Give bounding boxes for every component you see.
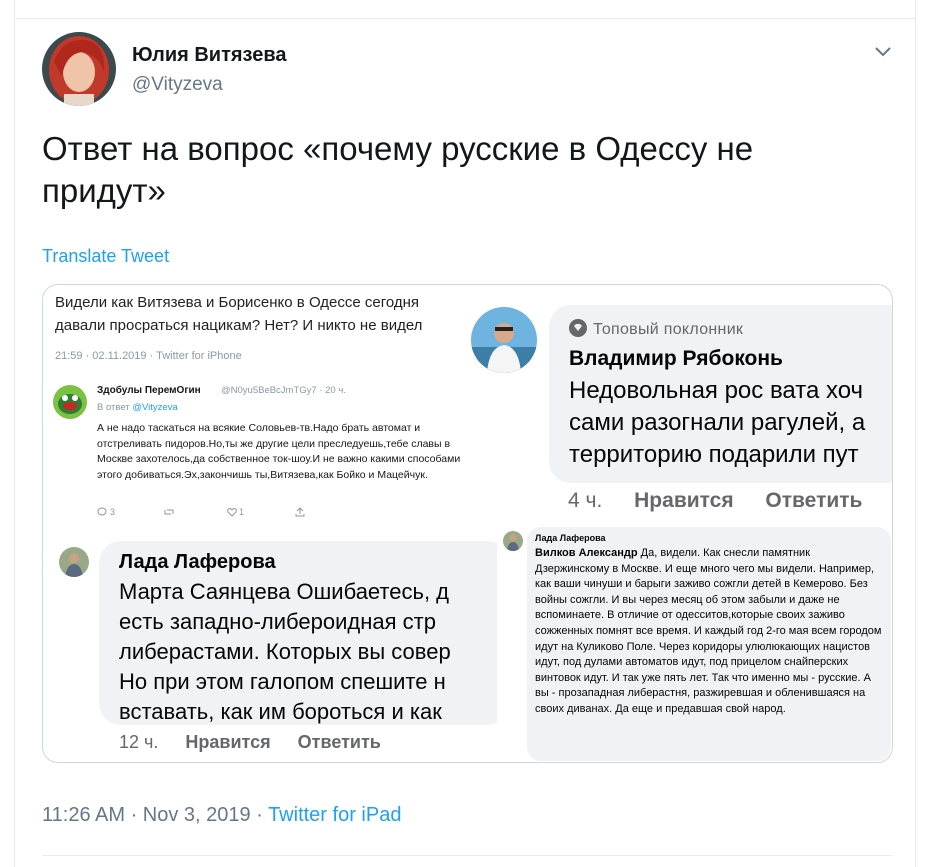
tweet-source-link[interactable]: Twitter for iPad [268,804,401,826]
tweet-time[interactable]: 11:26 AM · Nov 3, 2019 · [42,804,268,826]
comment-line: Недовольная рос вата хоч [569,377,864,404]
quoted-tweet-text: Видели как Витязева и Борисенко в Одессе… [55,294,423,334]
comment-body: Да, видели. Как снесли памятник Дзержинс… [535,547,882,715]
author-handle[interactable]: @Vityzeva [132,74,223,96]
comment-screenshot-right: Лада Лаферова Вилков Александр Да, видел… [497,525,892,762]
comment-text-top: Недовольная рос вата хоч сами разогнали … [569,375,892,471]
comment-bubble-right: Лада Лаферова Вилков Александр Да, видел… [527,527,891,761]
comment-line: есть западно-либероидная стр [119,609,436,634]
like-icon [227,507,237,519]
reply-author-handle: @N0yu5BeBcJmTGy7 · 20 ч. [221,385,346,396]
reply-icon [97,507,107,519]
reply-actions: 3 1 [97,507,337,521]
diamond-icon [569,319,587,337]
comment-time: 4 ч. [568,489,603,512]
frame-border-left [14,0,15,867]
comment-line: вставать, как им бороться и как [119,699,442,724]
comment-actions-top: 4 ч. Нравится Ответить [568,489,888,513]
comment-text-right: Вилков Александр Да, видели. Как снесли … [535,546,887,718]
commenter-name-lada: Лада Лаферова [119,551,276,573]
translate-tweet-link[interactable]: Translate Tweet [42,246,169,267]
like-count: 1 [239,507,245,517]
tweet-media-image[interactable]: Видели как Витязева и Борисенко в Одессе… [42,284,893,763]
reply-author-name: Здобулы ПеремОгин [97,385,201,396]
quoted-tweet-meta: 21:59 · 02.11.2019 · Twitter for iPhone [55,350,242,362]
commenter-name-vladimir: Владимир Рябоконь [569,347,783,370]
commenter-avatar-lada [59,547,89,577]
top-fan-label: Топовый поклонник [593,321,744,338]
comment-text-left: Марта Саянцева Ошибаетесь, д есть западн… [119,577,509,725]
comment-bubble-top: Топовый поклонник Владимир Рябоконь Недо… [549,305,892,483]
quoted-tweet-screenshot: Видели как Витязева и Борисенко в Одессе… [43,285,473,530]
author-name[interactable]: Юлия Витязева [132,44,287,67]
commenter-avatar-lada-small [503,531,523,551]
comment-line: территорию подарили пут [569,441,859,468]
tweet-text: Ответ на вопрос «почему русские в Одессу… [42,130,754,209]
author-avatar[interactable] [42,32,116,106]
commenter-avatar-vladimir [471,307,537,373]
comment-bubble-left: Лада Лаферова Марта Саянцева Ошибаетесь,… [99,541,509,725]
reply-to-handle: @Vityzeva [132,402,178,413]
reply-link: Ответить [765,489,863,512]
comment-actions-left: 12 ч. Нравится Ответить [119,732,403,753]
mention-name: Вилков Александр [535,547,638,559]
reply-to-prefix: В ответ [97,402,133,413]
frame-border-top [14,18,916,19]
retweet-icon [163,507,175,519]
reply-link: Ответить [297,732,381,752]
comment-line: либерастами. Которых вы совер [119,639,451,664]
like-link: Нравится [185,732,271,752]
reply-body: А не надо таскаться на всякие Соловьев-т… [97,422,461,481]
comment-time: 12 ч. [119,732,159,752]
reply-count: 3 [110,507,116,517]
reply-avatar [53,385,87,419]
frame-border-right [915,0,916,867]
comment-line: Но при этом галопом спешите н [119,669,446,694]
comment-line: Марта Саянцева Ошибаетесь, д [119,579,450,604]
comment-line: сами разогнали рагулей, а [569,409,866,436]
commenter-name-lada-small: Лада Лаферова [535,533,606,543]
like-link: Нравится [634,489,734,512]
chevron-down-icon[interactable] [872,42,894,62]
share-icon [295,507,305,519]
top-fan-badge: Топовый поклонник [569,319,743,339]
reply-to-line: В ответ @Vityzeva [97,402,178,413]
tweet-timestamp: 11:26 AM · Nov 3, 2019 · Twitter for iPa… [42,804,401,827]
frame-border-bottom [42,855,892,856]
